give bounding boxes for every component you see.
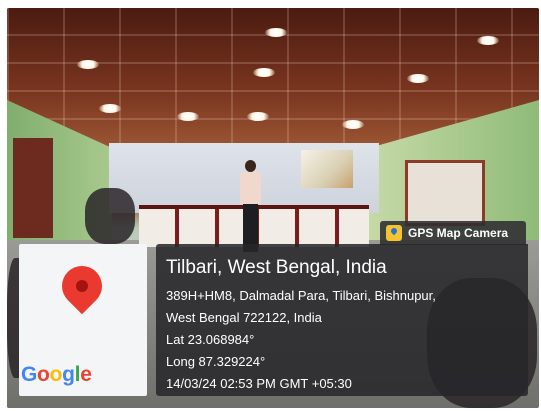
location-title: Tilbari, West Bengal, India [166, 257, 387, 278]
location-info-card: Tilbari, West Bengal, India 389H+HM8, Da… [156, 244, 528, 396]
ceiling-light [265, 28, 287, 37]
ceiling-light [77, 60, 99, 69]
speaker-person [237, 160, 263, 252]
projection-screen [301, 150, 353, 188]
badge-label: GPS Map Camera [408, 226, 509, 240]
ceiling-light [247, 112, 269, 121]
latitude: Lat 23.068984° [166, 332, 255, 347]
audience-silhouette [85, 188, 135, 244]
map-thumbnail: Google [19, 244, 147, 396]
ceiling-light [253, 68, 275, 77]
gps-map-camera-badge: GPS Map Camera [380, 221, 526, 245]
left-door [13, 138, 53, 238]
location-pin-dot [76, 280, 88, 292]
address-line-2: West Bengal 722122, India [166, 310, 322, 325]
ceiling-light [99, 104, 121, 113]
right-window [405, 160, 485, 226]
ceiling-light [342, 120, 364, 129]
ceiling-light [177, 112, 199, 121]
gps-map-camera-icon [386, 225, 402, 241]
ceiling-light [407, 74, 429, 83]
google-logo: Google [21, 363, 92, 386]
date-time: 14/03/24 02:53 PM GMT +05:30 [166, 376, 352, 391]
longitude: Long 87.329224° [166, 354, 266, 369]
address-line-1: 389H+HM8, Dalmadal Para, Tilbari, Bishnu… [166, 288, 436, 303]
ceiling-light [477, 36, 499, 45]
